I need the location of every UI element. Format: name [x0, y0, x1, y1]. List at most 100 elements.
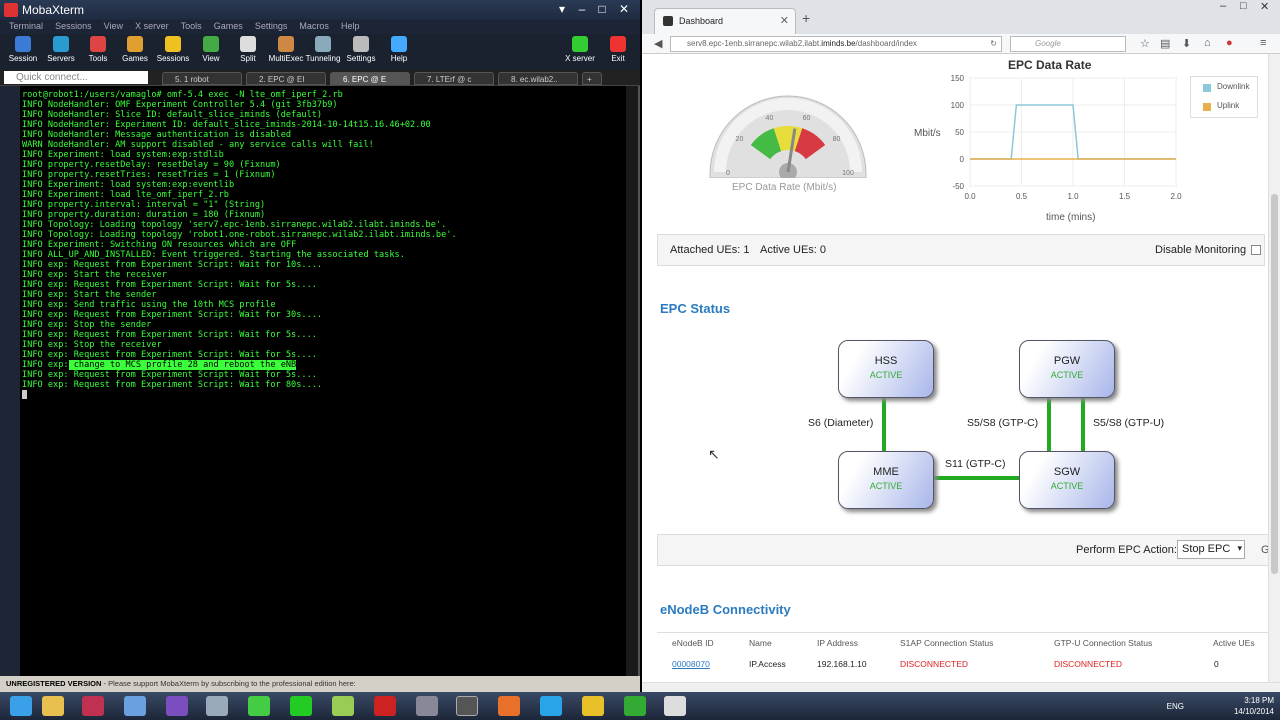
- node-hss[interactable]: HSS ACTIVE: [838, 340, 934, 398]
- browser-minimize-button[interactable]: –: [1220, 0, 1226, 12]
- app-android-icon[interactable]: [248, 696, 270, 716]
- node-pgw[interactable]: PGW ACTIVE: [1019, 340, 1115, 398]
- toolbar-label: Exit: [611, 54, 625, 63]
- app-paint-icon[interactable]: [124, 696, 146, 716]
- toolbar-servers-button[interactable]: Servers: [40, 36, 82, 63]
- epc-action-select[interactable]: Stop EPC ▾: [1177, 540, 1245, 559]
- search-input[interactable]: Google: [1010, 36, 1126, 52]
- app-m-icon[interactable]: [82, 696, 104, 716]
- session-tab-4[interactable]: 7. LTErf @ c: [414, 72, 494, 85]
- scroll-thumb[interactable]: [1271, 194, 1278, 574]
- maximize-button[interactable]: □: [594, 2, 610, 16]
- page-hscrollbar[interactable]: [642, 682, 1280, 692]
- back-icon[interactable]: ◀: [654, 37, 662, 50]
- toolbar-x-server-button[interactable]: X server: [559, 36, 601, 63]
- new-tab-button[interactable]: +: [582, 72, 602, 85]
- menu-terminal[interactable]: Terminal: [9, 20, 43, 33]
- toolbar-sessions-button[interactable]: Sessions: [152, 36, 194, 63]
- moba-sidebar[interactable]: [0, 86, 20, 676]
- firefox-icon[interactable]: [498, 696, 520, 716]
- th-active-ues: Active UEs: [1213, 638, 1255, 648]
- tray-date[interactable]: 14/10/2014: [1234, 707, 1274, 716]
- toolbar-split-button[interactable]: Split: [227, 36, 269, 63]
- terminal-line: INFO property.resetTries: resetTries = 1…: [22, 170, 276, 180]
- menu-macros[interactable]: Macros: [299, 20, 329, 33]
- toolbar-tools-button[interactable]: Tools: [77, 36, 119, 63]
- bookmarks-list-icon[interactable]: ▤: [1160, 37, 1170, 50]
- spotify-icon[interactable]: [290, 696, 312, 716]
- session-tab-5[interactable]: 8. ec.wilab2..: [498, 72, 578, 85]
- tab-dashboard[interactable]: Dashboard ✕: [654, 8, 796, 34]
- chart-xtick-label: 1.0: [1067, 192, 1079, 201]
- toolbar-games-button[interactable]: Games: [114, 36, 156, 63]
- reload-icon[interactable]: ↻: [990, 37, 997, 51]
- browser-close-button[interactable]: ✕: [1260, 0, 1269, 13]
- chart-xtick-label: 0.0: [964, 192, 976, 201]
- filezilla-icon[interactable]: [374, 696, 396, 716]
- toolbar-label: Help: [390, 54, 408, 63]
- explorer-icon[interactable]: [42, 696, 64, 716]
- terminal-prompt-line: root@robot1:/users/vamaglo# omf-5.4 exec…: [22, 90, 343, 100]
- start-button-icon[interactable]: [10, 696, 32, 716]
- menu-sessions[interactable]: Sessions: [55, 20, 92, 33]
- close-button[interactable]: ✕: [616, 2, 632, 16]
- session-tab-3[interactable]: 6. EPC @ E: [330, 72, 410, 85]
- tray-language[interactable]: ENG: [1167, 701, 1184, 712]
- toolbar-tools-icon: [90, 36, 106, 52]
- app-vbox-icon[interactable]: [206, 696, 228, 716]
- page-scrollbar[interactable]: [1268, 54, 1280, 682]
- epc-action-go-button[interactable]: G: [1261, 544, 1268, 556]
- browser-maximize-button[interactable]: □: [1240, 0, 1247, 12]
- app-c-icon[interactable]: [624, 696, 646, 716]
- menu-help[interactable]: Help: [341, 20, 360, 33]
- toolbar-multiexec-button[interactable]: MultiExec: [265, 36, 307, 63]
- menu-settings[interactable]: Settings: [255, 20, 288, 33]
- session-tab-2[interactable]: 2. EPC @ EI: [246, 72, 326, 85]
- menu-games[interactable]: Games: [214, 20, 243, 33]
- tray-time[interactable]: 3:18 PM: [1244, 696, 1274, 705]
- disable-monitoring-checkbox[interactable]: [1251, 245, 1261, 255]
- addon-icon[interactable]: ●: [1226, 37, 1233, 49]
- terminal-output[interactable]: root@robot1:/users/vamaglo# omf-5.4 exec…: [20, 86, 626, 676]
- chrome-icon[interactable]: [582, 696, 604, 716]
- enb-id-link[interactable]: 00008070: [672, 659, 710, 669]
- th-name: Name: [749, 638, 772, 648]
- quick-connect-input[interactable]: Quick connect...: [4, 71, 148, 84]
- toolbar-view-button[interactable]: View: [190, 36, 232, 63]
- system-tray: ENG 3:18 PM 14/10/2014: [1167, 695, 1274, 717]
- moba-dropdown-icon[interactable]: ▾: [554, 2, 570, 16]
- chart-ytick-label: 100: [951, 101, 965, 110]
- epc-status-title: EPC Status: [660, 301, 731, 316]
- menu-view[interactable]: View: [104, 20, 123, 33]
- tab-close-icon[interactable]: ✕: [780, 14, 789, 27]
- url-bar[interactable]: serv8.epc-1enb.sirranepc.wilab2.ilabt.im…: [670, 36, 1002, 52]
- bookmark-star-icon[interactable]: ☆: [1140, 37, 1150, 50]
- app-term-icon[interactable]: [664, 696, 686, 716]
- app-network-icon[interactable]: [416, 696, 438, 716]
- menu-tools[interactable]: Tools: [181, 20, 202, 33]
- node-mme[interactable]: MME ACTIVE: [838, 451, 934, 509]
- toolbar-settings-button[interactable]: Settings: [340, 36, 382, 63]
- toolbar-session-button[interactable]: Session: [2, 36, 44, 63]
- node-sgw[interactable]: SGW ACTIVE: [1019, 451, 1115, 509]
- home-icon[interactable]: ⌂: [1204, 37, 1211, 49]
- app-notepad-icon[interactable]: [332, 696, 354, 716]
- toolbar-help-button[interactable]: Help: [378, 36, 420, 63]
- skype-icon[interactable]: [540, 696, 562, 716]
- menu-icon[interactable]: ≡: [1260, 37, 1266, 49]
- menu-xserver[interactable]: X server: [135, 20, 169, 33]
- browser-window-controls: – □ ✕: [1216, 0, 1276, 14]
- toolbar-exit-button[interactable]: Exit: [597, 36, 639, 63]
- terminal-line: INFO exp: Stop the sender: [22, 320, 152, 330]
- toolbar-tunneling-icon: [315, 36, 331, 52]
- minimize-button[interactable]: –: [574, 2, 590, 16]
- terminal-scrollbar[interactable]: [626, 86, 638, 676]
- new-tab-icon[interactable]: +: [802, 10, 810, 26]
- chart-xtick-label: 1.5: [1119, 192, 1131, 201]
- mobaxterm-taskbar-icon[interactable]: [456, 696, 478, 716]
- app-eclipse-icon[interactable]: [166, 696, 188, 716]
- th-s1ap: S1AP Connection Status: [900, 638, 994, 648]
- download-icon[interactable]: ⬇: [1182, 37, 1191, 50]
- session-tab-1[interactable]: 5. 1 robot: [162, 72, 242, 85]
- toolbar-tunneling-button[interactable]: Tunneling: [302, 36, 344, 63]
